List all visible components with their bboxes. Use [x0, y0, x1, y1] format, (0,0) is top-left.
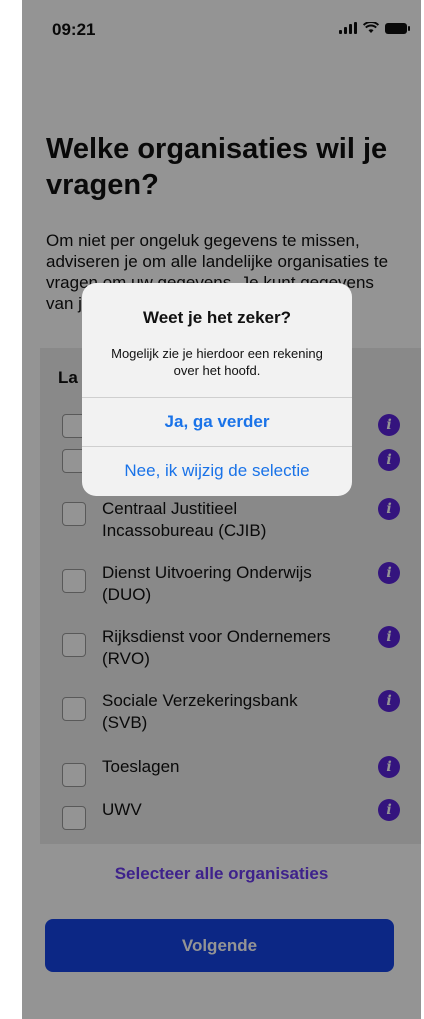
dialog-message: Mogelijk zie je hierdoor een rekening ov…	[111, 346, 323, 378]
app-screen: 09:21 Welke organisaties wil je vragen? …	[22, 0, 421, 1019]
confirm-dialog: Weet je het zeker? Mogelijk zie je hierd…	[82, 283, 352, 496]
confirm-button[interactable]: Ja, ga verder	[82, 397, 352, 446]
dialog-title: Weet je het zeker?	[142, 308, 292, 327]
modal-overlay	[22, 0, 421, 1019]
cancel-button[interactable]: Nee, ik wijzig de selectie	[82, 446, 352, 495]
